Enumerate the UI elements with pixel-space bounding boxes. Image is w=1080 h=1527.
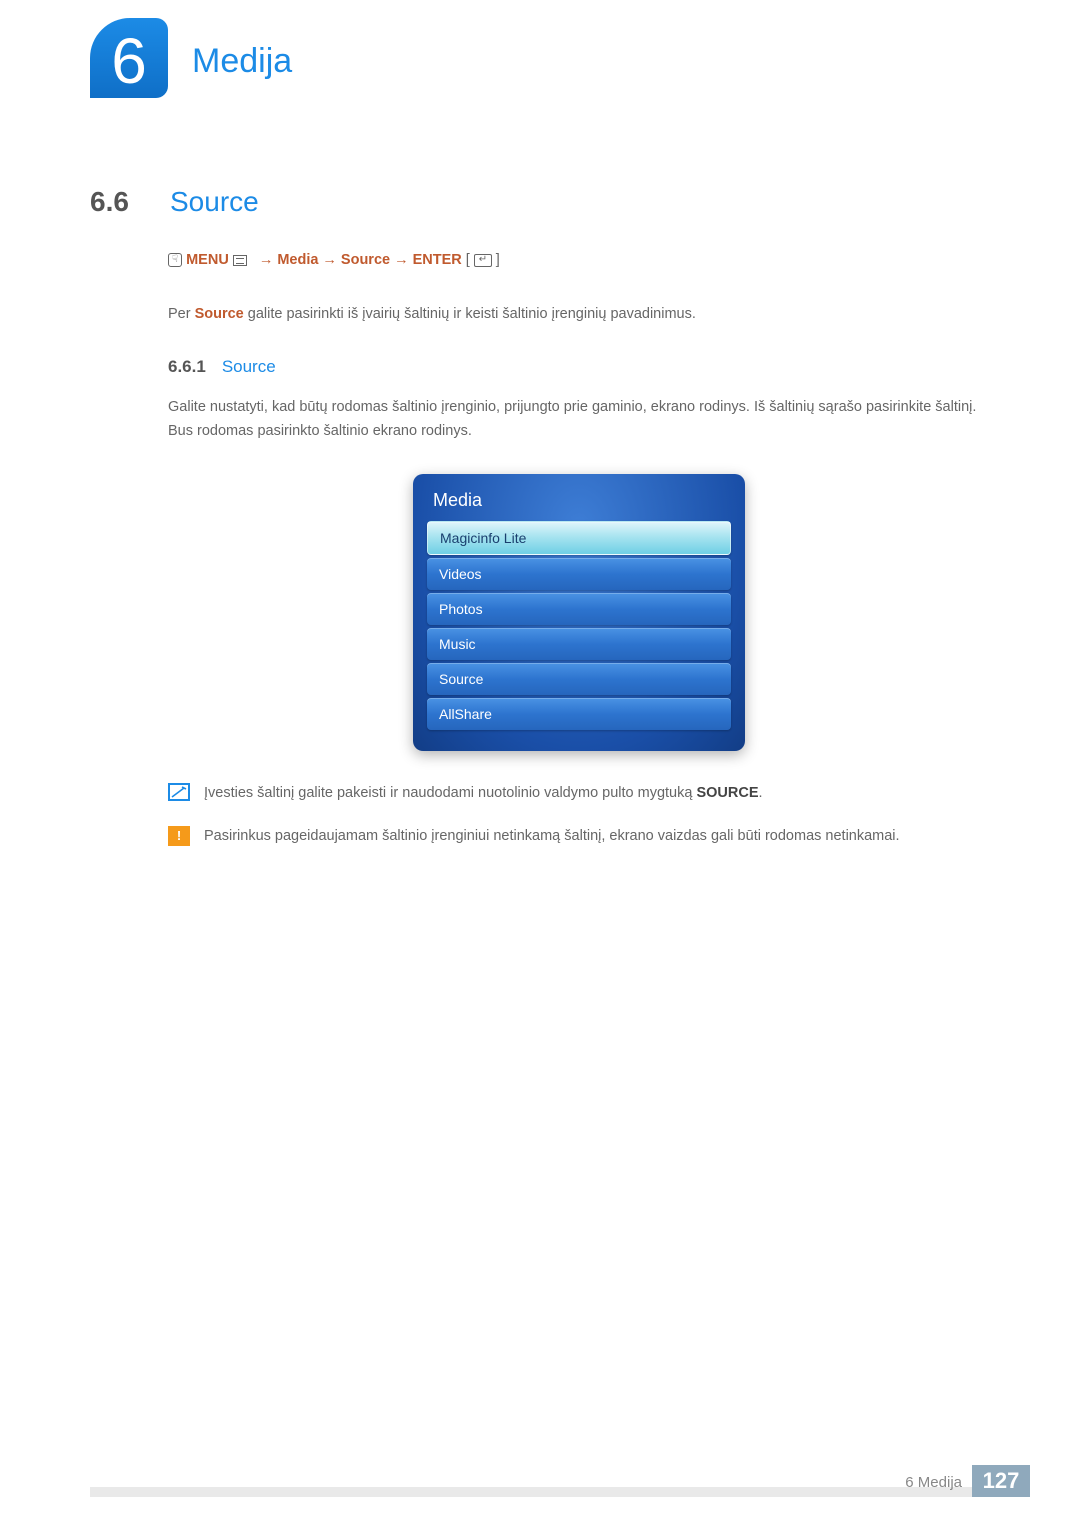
nav-step-media: Media — [277, 252, 318, 268]
subsection-heading: 6.6.1 Source — [168, 357, 990, 377]
nav-enter-label: ENTER — [413, 252, 462, 268]
osd-menu-panel: Media Magicinfo LiteVideosPhotosMusicSou… — [413, 474, 745, 751]
osd-menu-item[interactable]: Videos — [427, 558, 731, 590]
menu-bars-icon — [233, 255, 247, 266]
chapter-title: Medija — [192, 42, 292, 81]
warning-note: ! Pasirinkus pageidaujamam šaltinio įren… — [168, 824, 990, 849]
menu-navigation-path: ☟ MENU → Media → Source → ENTER[] — [168, 252, 990, 268]
enter-icon — [474, 254, 492, 267]
nav-arrow-2: → — [322, 252, 337, 268]
section-heading: 6.6 Source — [90, 186, 259, 218]
osd-menu-item[interactable]: Music — [427, 628, 731, 660]
section-number: 6.6 — [90, 186, 170, 218]
intro-text-pre: Per — [168, 306, 195, 322]
nav-menu-label: MENU — [186, 252, 229, 268]
warning-note-icon: ! — [168, 826, 190, 846]
nav-arrow-3: → — [394, 252, 409, 268]
page: 6 Medija 6.6 Source ☟ MENU → Media → Sou… — [0, 0, 1080, 1527]
subsection-number: 6.6.1 — [168, 357, 206, 377]
page-footer: 6 Medija 127 — [90, 1465, 1030, 1497]
footer-page-number: 127 — [972, 1465, 1030, 1497]
osd-menu-item[interactable]: Source — [427, 663, 731, 695]
note1-pre: Įvesties šaltinį galite pakeisti ir naud… — [204, 785, 696, 801]
osd-menu-item[interactable]: Photos — [427, 593, 731, 625]
osd-menu-title: Media — [427, 488, 731, 521]
footer-bar — [90, 1487, 1030, 1497]
chapter-number-badge: 6 — [90, 18, 168, 98]
remote-icon: ☟ — [168, 253, 182, 267]
nav-arrow-1: → — [259, 252, 274, 268]
note1-bold-source: SOURCE — [696, 785, 758, 801]
chapter-header: 6 Medija — [90, 18, 292, 98]
osd-menu-item[interactable]: Magicinfo Lite — [427, 521, 731, 555]
intro-paragraph: Per Source galite pasirinkti iš įvairių … — [168, 302, 990, 327]
footer-chapter-label: 6 Medija — [905, 1474, 962, 1491]
subsection-title: Source — [222, 357, 276, 377]
info-note-icon — [168, 783, 190, 801]
info-note-text: Įvesties šaltinį galite pakeisti ir naud… — [204, 781, 990, 806]
intro-bold-source: Source — [195, 306, 244, 322]
info-note: Įvesties šaltinį galite pakeisti ir naud… — [168, 781, 990, 806]
intro-text-post: galite pasirinkti iš įvairių šaltinių ir… — [244, 306, 696, 322]
content-area: ☟ MENU → Media → Source → ENTER[] Per So… — [168, 252, 990, 866]
osd-menu-item[interactable]: AllShare — [427, 698, 731, 730]
subsection-paragraph: Galite nustatyti, kad būtų rodomas šalti… — [168, 395, 990, 444]
section-title: Source — [170, 186, 259, 218]
note1-post: . — [759, 785, 763, 801]
nav-step-source: Source — [341, 252, 390, 268]
warning-note-text: Pasirinkus pageidaujamam šaltinio įrengi… — [204, 824, 990, 849]
